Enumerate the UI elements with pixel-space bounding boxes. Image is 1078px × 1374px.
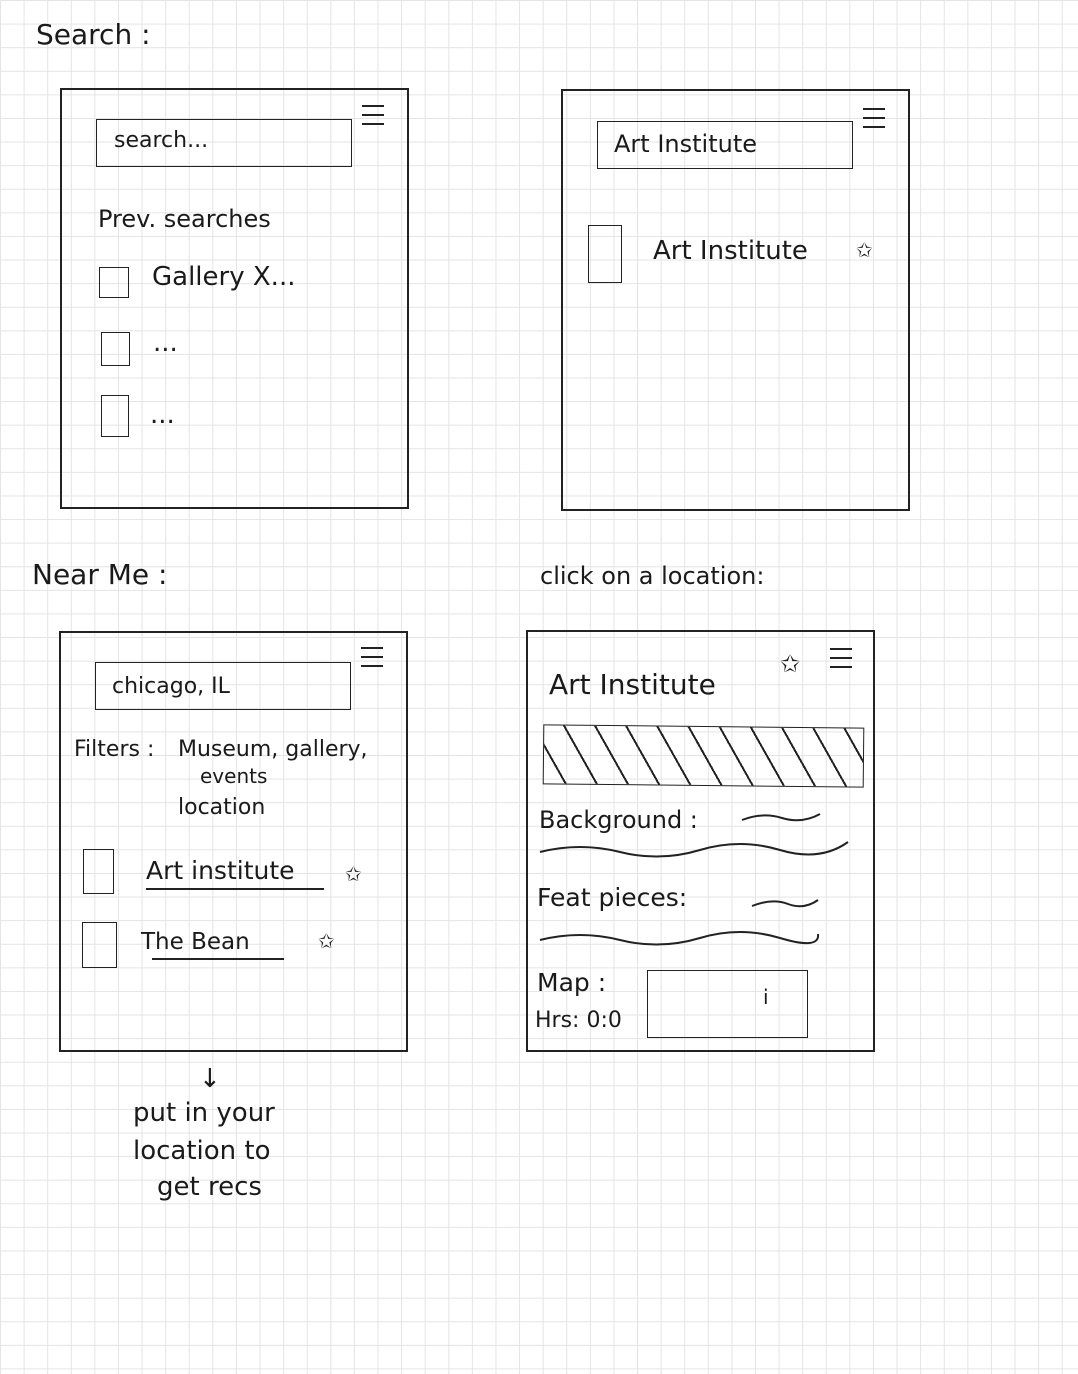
hours-label: Hrs: 0:0: [535, 1008, 622, 1033]
map-pin-icon[interactable]: ⅰ: [763, 985, 769, 1009]
map-label: Map :: [537, 968, 607, 997]
featured-pieces-label: Feat pieces:: [537, 883, 688, 912]
map-view[interactable]: [647, 970, 808, 1038]
scribble-text: [539, 813, 849, 946]
